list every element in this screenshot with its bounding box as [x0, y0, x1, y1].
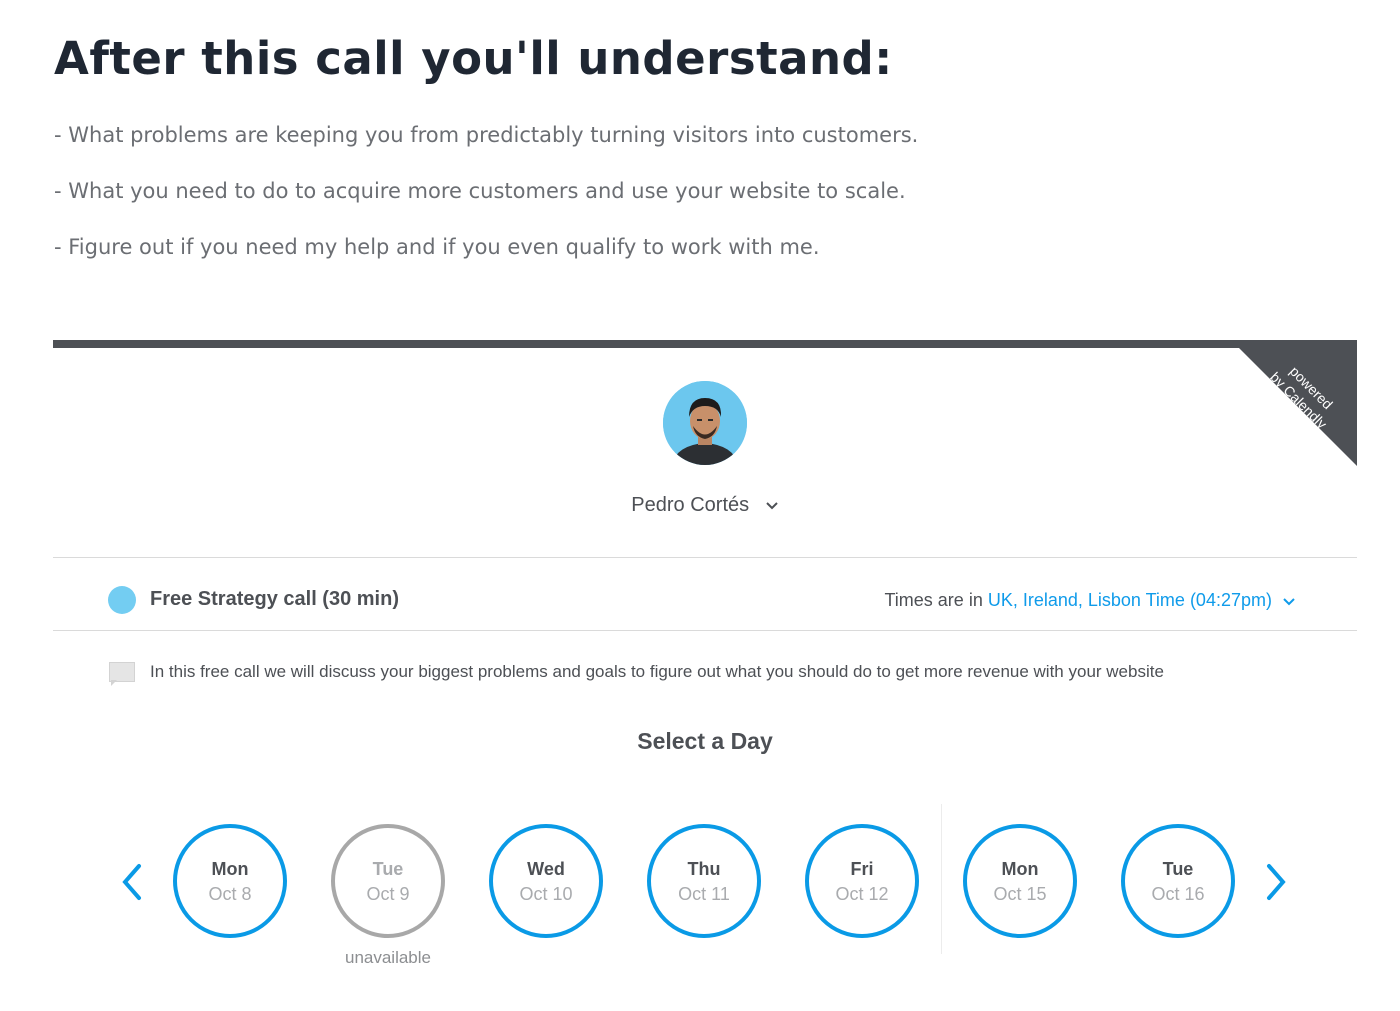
message-icon-tail — [111, 680, 117, 686]
event-color-dot — [108, 586, 136, 614]
day-option[interactable]: Fri Oct 12 — [805, 824, 919, 938]
day-date: Oct 10 — [519, 884, 573, 904]
avatar-portrait-icon — [663, 381, 747, 465]
day-of-week: Mon — [1001, 859, 1039, 879]
day-of-week: Tue — [372, 859, 404, 879]
day-option[interactable]: Mon Oct 8 — [173, 824, 287, 938]
timezone-prefix: Times are in — [884, 590, 983, 610]
day-option[interactable]: Tue Oct 16 — [1121, 824, 1235, 938]
divider — [53, 557, 1357, 558]
benefits-list: - What problems are keeping you from pre… — [54, 120, 918, 288]
timezone-chevron-icon[interactable] — [1283, 590, 1295, 611]
calendly-widget: powered by Calendly Pedro Cortés Free St… — [53, 340, 1357, 1011]
page-title: After this call you'll understand: — [54, 32, 893, 85]
benefit-item: - Figure out if you need my help and if … — [54, 235, 820, 259]
benefit-item: - What you need to do to acquire more cu… — [54, 179, 906, 203]
timezone-value[interactable]: UK, Ireland, Lisbon Time (04:27pm) — [988, 590, 1272, 610]
day-of-week: Tue — [1162, 859, 1194, 879]
event-description: In this free call we will discuss your b… — [150, 662, 1164, 681]
day-option[interactable]: Mon Oct 15 — [963, 824, 1077, 938]
week-separator — [941, 804, 942, 954]
day-of-week: Fri — [850, 859, 874, 879]
event-title: Free Strategy call (30 min) — [150, 588, 399, 610]
day-date: Oct 8 — [208, 884, 252, 904]
day-date: Oct 9 — [366, 884, 410, 904]
next-week-button[interactable] — [1259, 862, 1291, 902]
day-of-week: Mon — [211, 859, 249, 879]
chevron-left-icon[interactable] — [117, 862, 149, 902]
unavailable-label: unavailable — [344, 948, 431, 967]
divider — [53, 630, 1357, 631]
chevron-down-icon — [765, 494, 779, 517]
day-of-week: Thu — [687, 859, 721, 879]
chevron-right-icon[interactable] — [1259, 862, 1291, 902]
timezone-selector[interactable]: Times are in UK, Ireland, Lisbon Time (0… — [884, 590, 1295, 611]
host-selector[interactable]: Pedro Cortés — [53, 494, 1357, 517]
prev-week-button[interactable] — [117, 862, 149, 902]
day-date: Oct 12 — [835, 884, 889, 904]
host-name: Pedro Cortés — [631, 494, 750, 516]
day-date: Oct 15 — [993, 884, 1047, 904]
day-option[interactable]: Thu Oct 11 — [647, 824, 761, 938]
day-of-week: Wed — [527, 859, 565, 879]
select-day-heading: Select a Day — [637, 728, 773, 754]
avatar — [663, 381, 747, 465]
message-icon — [109, 662, 135, 682]
day-date: Oct 11 — [678, 884, 730, 904]
benefit-item: - What problems are keeping you from pre… — [54, 123, 919, 147]
day-option-unavailable: Tue Oct 9 — [331, 824, 445, 938]
day-option[interactable]: Wed Oct 10 — [489, 824, 603, 938]
day-date: Oct 16 — [1151, 884, 1205, 904]
